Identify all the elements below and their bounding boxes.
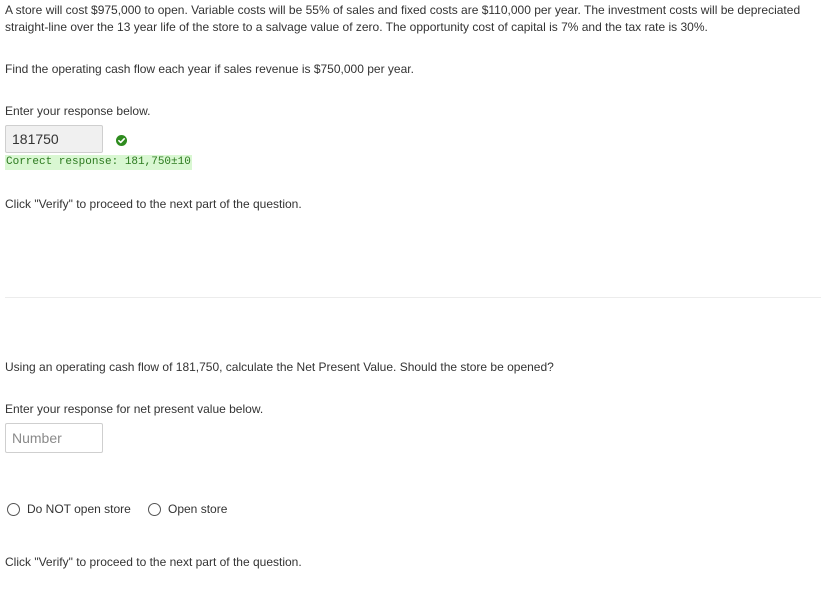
radio-option-open-store[interactable]: Open store (148, 500, 227, 518)
radio-button[interactable] (7, 502, 20, 516)
operating-cash-flow-input[interactable]: 181750 (5, 125, 103, 153)
radio-option-do-not-open[interactable]: Do NOT open store (7, 500, 131, 518)
part2-verify-note: Click "Verify" to proceed to the next pa… (5, 555, 302, 569)
part1-response-label: Enter your response below. (5, 104, 151, 118)
section-divider (5, 297, 821, 298)
part1-verify-note: Click "Verify" to proceed to the next pa… (5, 197, 302, 211)
check-circle-icon (116, 135, 127, 146)
radio-label: Open store (168, 502, 228, 516)
question-prompt: A store will cost $975,000 to open. Vari… (5, 3, 801, 34)
correct-response-feedback: Correct response: 181,750±10 (5, 155, 192, 170)
part2-response-label: Enter your response for net present valu… (5, 402, 264, 416)
part1-instruction: Find the operating cash flow each year i… (5, 62, 414, 76)
npv-input[interactable] (5, 423, 103, 453)
radio-label: Do NOT open store (27, 502, 131, 516)
part2-instruction: Using an operating cash flow of 181,750,… (5, 360, 554, 374)
radio-button[interactable] (148, 502, 161, 516)
